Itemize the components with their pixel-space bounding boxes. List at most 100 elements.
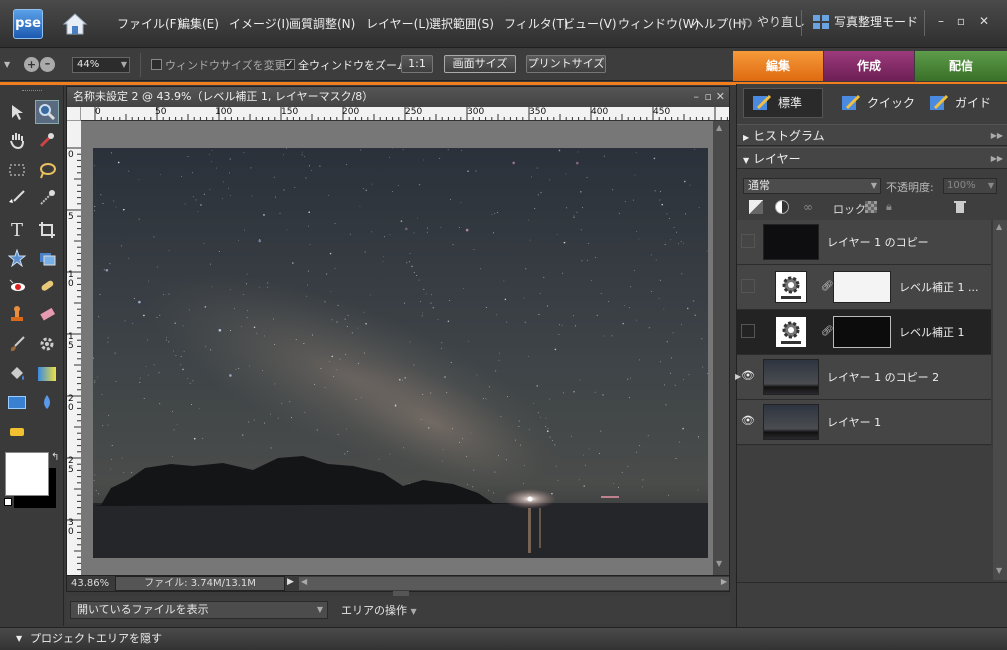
status-menu-arrow-icon[interactable]: ▶ bbox=[287, 577, 297, 590]
horizontal-scrollbar[interactable]: ◀ ▶ bbox=[299, 577, 729, 590]
mask-link-icon[interactable]: 🔗︎ bbox=[821, 326, 834, 337]
fit-screen-button[interactable]: 画面サイズ bbox=[444, 55, 516, 73]
opacity-dropdown-icon[interactable]: ▼ bbox=[988, 179, 994, 193]
layer-row[interactable]: 👁︎ レイヤー 1 bbox=[737, 400, 991, 445]
edit-standard-button[interactable]: 標準 bbox=[743, 88, 823, 118]
scroll-down-icon[interactable]: ▼ bbox=[716, 559, 722, 568]
layer-row[interactable]: 🔗︎ レベル補正 1 ... bbox=[737, 265, 991, 310]
menu-window[interactable]: ウィンドウ(W) bbox=[618, 15, 699, 32]
doc-close-icon[interactable]: ✕ bbox=[716, 87, 725, 107]
actual-pixels-button[interactable]: 1:1 bbox=[401, 55, 433, 73]
menu-edit[interactable]: 編集(E) bbox=[178, 15, 219, 32]
maximize-button[interactable]: ▫ bbox=[952, 12, 970, 30]
smart-brush-tool-icon[interactable] bbox=[35, 332, 59, 356]
edit-guided-button[interactable]: ガイド bbox=[923, 88, 1003, 118]
scroll-up-icon[interactable]: ▲ bbox=[716, 123, 722, 132]
quick-selection-tool-icon[interactable] bbox=[35, 186, 59, 210]
layer-mask-thumbnail[interactable] bbox=[833, 316, 891, 348]
mask-link-icon[interactable]: 🔗︎ bbox=[821, 281, 834, 292]
clone-stamp-tool-icon[interactable] bbox=[5, 302, 29, 326]
swap-colors-icon[interactable]: ↰ bbox=[51, 452, 59, 463]
resize-window-checkbox[interactable] bbox=[151, 59, 162, 70]
lock-transparent-icon[interactable] bbox=[865, 201, 877, 213]
print-size-button[interactable]: プリントサイズ bbox=[526, 55, 606, 73]
paint-bucket-tool-icon[interactable] bbox=[5, 362, 29, 386]
magic-wand-tool-icon[interactable] bbox=[5, 186, 29, 210]
marquee-tool-icon[interactable] bbox=[5, 158, 29, 182]
menu-enhance[interactable]: 画質調整(N) bbox=[289, 15, 355, 32]
eyedropper-tool-icon[interactable] bbox=[35, 128, 59, 152]
hand-tool-icon[interactable] bbox=[5, 128, 29, 152]
redo-button[interactable]: やり直し bbox=[740, 13, 805, 30]
menu-view[interactable]: ビュー(V) bbox=[563, 15, 617, 32]
eraser-tool-icon[interactable] bbox=[35, 302, 59, 326]
type-tool-icon[interactable]: T bbox=[5, 218, 29, 242]
doc-minimize-icon[interactable]: – bbox=[694, 87, 700, 107]
opacity-field[interactable]: 100% ▼ bbox=[943, 178, 997, 194]
scroll-down-icon[interactable]: ▼ bbox=[996, 566, 1002, 575]
panel-menu-icon[interactable]: ▶▶ bbox=[991, 125, 1003, 147]
edit-quick-button[interactable]: クイック bbox=[835, 88, 915, 118]
tab-edit[interactable]: 編集 bbox=[733, 51, 823, 81]
layer-row[interactable]: レイヤー 1 のコピー bbox=[737, 220, 991, 265]
close-button[interactable]: ✕ bbox=[975, 12, 993, 30]
brush-tool-icon[interactable] bbox=[5, 332, 29, 356]
crop-tool-icon[interactable] bbox=[35, 218, 59, 242]
cookie-cutter-tool-icon[interactable] bbox=[5, 246, 29, 270]
organizer-button[interactable]: 写真整理モード bbox=[812, 13, 918, 30]
tab-share[interactable]: 配信 bbox=[915, 51, 1007, 81]
file-size-status[interactable]: ファイル: 3.74M/13.1M bbox=[115, 576, 285, 591]
menu-filter[interactable]: フィルタ(T) bbox=[504, 15, 568, 32]
eye-icon[interactable]: 👁︎ bbox=[741, 414, 755, 428]
default-colors-icon[interactable] bbox=[4, 498, 12, 506]
scroll-right-icon[interactable]: ▶ bbox=[721, 577, 727, 586]
document-title-bar[interactable]: 名称未設定 2 @ 43.9%（レベル補正 1, レイヤーマスク/8） – ▫ … bbox=[67, 87, 729, 107]
link-layers-icon[interactable]: ∞ bbox=[803, 200, 813, 214]
area-operations-menu[interactable]: エリアの操作 ▼ bbox=[341, 602, 417, 618]
blur-tool-icon[interactable] bbox=[35, 390, 59, 414]
menu-help[interactable]: ヘルプ(H) bbox=[692, 15, 746, 32]
zoom-tool-icon[interactable] bbox=[35, 100, 59, 124]
shape-tool-icon[interactable] bbox=[5, 390, 29, 414]
eye-icon[interactable]: 👁︎ bbox=[741, 369, 755, 383]
sponge-tool-icon[interactable] bbox=[5, 420, 29, 444]
layer-row-selected[interactable]: 🔗︎ レベル補正 1 bbox=[737, 310, 991, 355]
panel-menu-icon[interactable]: ▶▶ bbox=[991, 148, 1003, 170]
trash-icon[interactable] bbox=[953, 199, 967, 214]
doc-restore-icon[interactable]: ▫ bbox=[705, 87, 712, 107]
blend-mode-dropdown[interactable]: 通常 ▼ bbox=[743, 178, 881, 194]
gradient-tool-icon[interactable] bbox=[35, 362, 59, 386]
options-menu-icon[interactable]: ▼ bbox=[4, 60, 10, 69]
menu-select[interactable]: 選択範囲(S) bbox=[429, 15, 494, 32]
zoom-in-icon[interactable]: + bbox=[24, 57, 39, 72]
visibility-toggle[interactable] bbox=[741, 279, 755, 293]
zoom-level-field[interactable]: 44% ▼ bbox=[72, 57, 130, 73]
lasso-tool-icon[interactable] bbox=[35, 158, 59, 182]
home-icon[interactable] bbox=[60, 10, 90, 38]
adjustment-layer-icon[interactable] bbox=[775, 200, 789, 214]
visibility-toggle[interactable] bbox=[741, 234, 755, 248]
vertical-scrollbar[interactable]: ▲ ▼ bbox=[713, 121, 729, 575]
menu-file[interactable]: ファイル(F) bbox=[117, 15, 181, 32]
menu-layer[interactable]: レイヤー(L) bbox=[366, 15, 430, 32]
recompose-tool-icon[interactable] bbox=[35, 246, 59, 270]
zoom-all-checkbox[interactable]: ✓ bbox=[284, 59, 295, 70]
layers-panel-header[interactable]: ▼ レイヤー ▶▶ bbox=[737, 147, 1007, 169]
zoom-dropdown-icon[interactable]: ▼ bbox=[121, 58, 127, 72]
spot-healing-tool-icon[interactable] bbox=[35, 274, 59, 298]
canvas-area[interactable] bbox=[81, 121, 713, 575]
new-layer-icon[interactable] bbox=[749, 200, 763, 214]
ruler-origin[interactable] bbox=[67, 107, 81, 121]
tab-create[interactable]: 作成 bbox=[824, 51, 914, 81]
histogram-panel-header[interactable]: ▶ ヒストグラム ▶▶ bbox=[737, 124, 1007, 146]
red-eye-tool-icon[interactable] bbox=[5, 274, 29, 298]
night-sky-photo[interactable] bbox=[93, 148, 708, 558]
collapse-arrow-icon[interactable]: ▼ bbox=[16, 628, 22, 650]
layer-mask-thumbnail[interactable] bbox=[833, 271, 891, 303]
visibility-toggle[interactable] bbox=[741, 324, 755, 338]
hide-project-area-button[interactable]: プロジェクトエリアを隠す bbox=[30, 628, 162, 650]
layers-scrollbar[interactable]: ▲ ▼ bbox=[993, 220, 1007, 580]
show-open-files-dropdown[interactable]: 開いているファイルを表示 ▼ bbox=[70, 601, 328, 619]
menu-image[interactable]: イメージ(I) bbox=[229, 15, 290, 32]
scroll-up-icon[interactable]: ▲ bbox=[996, 222, 1002, 231]
